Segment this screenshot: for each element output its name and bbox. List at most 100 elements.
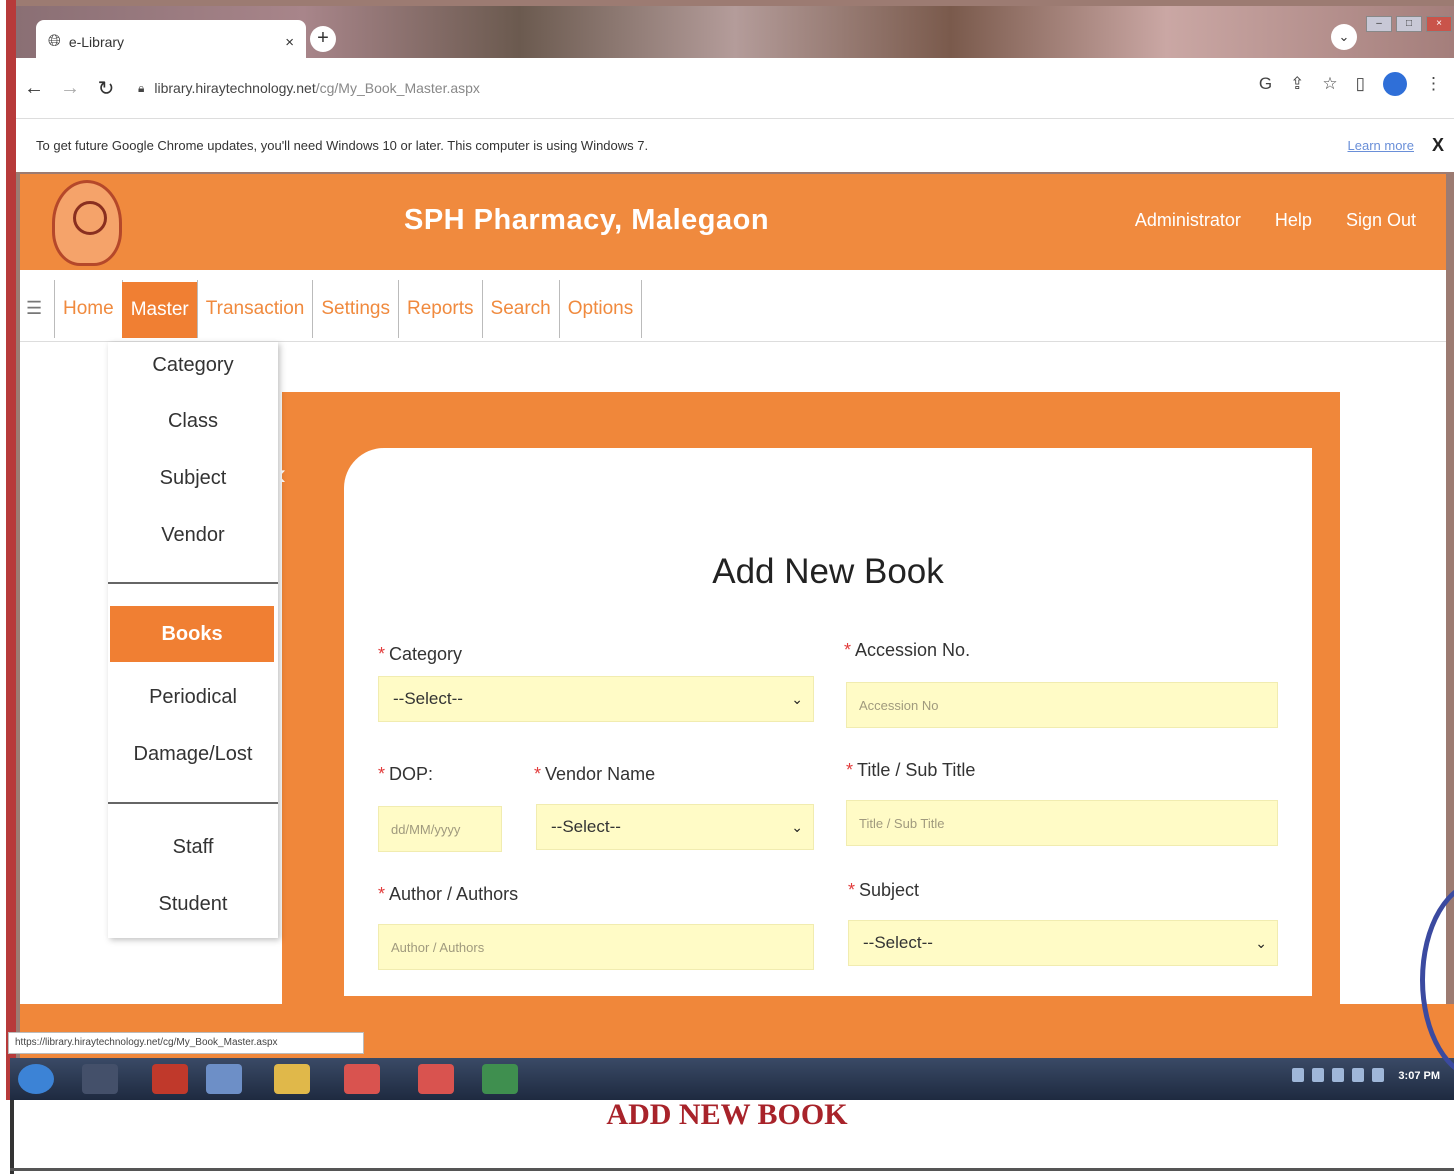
nav-master[interactable]: Master — [121, 282, 198, 338]
college-stamp — [1420, 880, 1454, 1070]
address-bar-icons: G ⇪ ☆ ▯ ⋮ — [1259, 72, 1442, 96]
accession-no-input[interactable]: Accession No — [846, 682, 1278, 728]
sign-out-link[interactable]: Sign Out — [1346, 210, 1416, 231]
lock-icon: 🔒︎ — [138, 80, 145, 95]
required-mark: * — [848, 880, 856, 900]
subject-label: * Subject — [848, 880, 919, 901]
required-mark: * — [378, 764, 386, 784]
chrome-icon[interactable] — [344, 1064, 380, 1094]
start-button[interactable] — [18, 1064, 54, 1094]
site-title: SPH Pharmacy, Malegaon — [404, 204, 770, 236]
submenu-subject[interactable]: Subject — [108, 467, 278, 490]
chrome-icon[interactable] — [418, 1064, 454, 1094]
submenu-periodical[interactable]: Periodical — [108, 686, 278, 709]
submenu-class[interactable]: Class — [108, 410, 278, 433]
url-field[interactable]: 🔒︎ library.hiraytechnology.net/cg/My_Boo… — [138, 80, 480, 96]
vendor-select-value: --Select-- — [551, 817, 621, 836]
submenu-vendor[interactable]: Vendor — [108, 524, 278, 547]
star-icon[interactable]: ☆ — [1322, 74, 1337, 94]
category-label-text: Category — [389, 644, 463, 664]
new-tab-button[interactable]: + — [310, 26, 336, 52]
submenu-student[interactable]: Student — [108, 893, 278, 916]
nav-reports[interactable]: Reports — [397, 280, 483, 338]
google-icon[interactable]: G — [1259, 74, 1272, 94]
kebab-menu-icon[interactable]: ⋮ — [1425, 74, 1442, 94]
accession-label-text: Accession No. — [855, 640, 971, 660]
hamburger-menu-icon[interactable]: ☰ — [26, 298, 42, 319]
required-mark: * — [534, 764, 542, 784]
status-bar-url: https://library.hiraytechnology.net/cg/M… — [8, 1032, 364, 1054]
submenu-staff[interactable]: Staff — [108, 836, 278, 859]
nav-home[interactable]: Home — [54, 280, 123, 338]
info-bar-close-button[interactable]: X — [1432, 135, 1444, 156]
system-tray — [1292, 1068, 1384, 1082]
minimize-button[interactable]: – — [1366, 16, 1392, 32]
title-label: * Title / Sub Title — [846, 760, 975, 781]
subject-select[interactable]: --Select-- ⌄ — [848, 920, 1278, 966]
forward-arrow-icon[interactable]: → — [52, 77, 88, 100]
vendor-label-text: Vendor Name — [545, 764, 656, 784]
category-select[interactable]: --Select-- ⌄ — [378, 676, 814, 722]
dop-date-input[interactable]: dd/MM/yyyy — [378, 806, 502, 852]
tray-icon[interactable] — [1312, 1068, 1324, 1082]
maximize-button[interactable]: □ — [1396, 16, 1422, 32]
info-bar-text: To get future Google Chrome updates, you… — [36, 138, 649, 153]
chrome-info-bar: To get future Google Chrome updates, you… — [16, 118, 1454, 172]
url-host: library.hiraytechnology.net — [154, 80, 316, 96]
reload-icon[interactable]: ↻ — [88, 76, 124, 101]
url-path: /cg/My_Book_Master.aspx — [315, 80, 480, 96]
author-label-text: Author / Authors — [389, 884, 519, 904]
sidepanel-icon[interactable]: ▯ — [1356, 74, 1365, 94]
required-mark: * — [846, 760, 854, 780]
screenshot-frame: 🌐︎ e-Library × + ⌄ – □ × ← → ↻ 🔒︎ librar… — [0, 0, 1454, 1174]
nav-transaction[interactable]: Transaction — [196, 280, 314, 338]
chevron-down-icon: ⌄ — [1255, 934, 1267, 951]
tray-icon[interactable] — [1332, 1068, 1344, 1082]
address-bar-row: ← → ↻ 🔒︎ library.hiraytechnology.net/cg/… — [16, 58, 1454, 118]
taskbar-app-icon[interactable] — [82, 1064, 118, 1094]
subject-label-text: Subject — [859, 880, 920, 900]
add-book-form-card: Add New Book * Category --Select-- ⌄ * Acc… — [344, 448, 1312, 996]
nav-search[interactable]: Search — [481, 280, 560, 338]
required-mark: * — [844, 640, 852, 660]
share-icon[interactable]: ⇪ — [1290, 74, 1304, 94]
submenu-category[interactable]: Category — [108, 354, 278, 377]
pdf-reader-icon[interactable] — [152, 1064, 188, 1094]
learn-more-link[interactable]: Learn more — [1348, 138, 1414, 153]
site-header: SPH Pharmacy, Malegaon Administrator Hel… — [20, 174, 1446, 270]
browser-tab-strip: 🌐︎ e-Library × + ⌄ – □ × — [16, 6, 1454, 64]
required-mark: * — [378, 644, 386, 664]
administrator-link[interactable]: Administrator — [1135, 210, 1241, 231]
excel-icon[interactable] — [482, 1064, 518, 1094]
tray-icon[interactable] — [1372, 1068, 1384, 1082]
tray-icon[interactable] — [1352, 1068, 1364, 1082]
college-logo — [52, 180, 122, 266]
master-dropdown-menu: Category Class Subject Vendor Books Peri… — [108, 342, 278, 938]
vendor-select[interactable]: --Select-- ⌄ — [536, 804, 814, 850]
submenu-damage-lost[interactable]: Damage/Lost — [108, 743, 278, 766]
title-input[interactable]: Title / Sub Title — [846, 800, 1278, 846]
figure-caption: ADD NEW BOOK — [606, 1098, 848, 1131]
word-icon[interactable] — [206, 1064, 242, 1094]
tab-close-button[interactable]: × — [285, 34, 294, 51]
menu-divider — [108, 582, 278, 584]
help-link[interactable]: Help — [1275, 210, 1312, 231]
submenu-books[interactable]: Books — [110, 606, 274, 662]
nav-options[interactable]: Options — [558, 280, 643, 338]
author-input[interactable]: Author / Authors — [378, 924, 814, 970]
required-mark: * — [378, 884, 386, 904]
main-navbar: ☰ Home Master Transaction Settings Repor… — [20, 270, 1446, 342]
folder-icon[interactable] — [274, 1064, 310, 1094]
back-arrow-icon[interactable]: ← — [16, 77, 52, 100]
menu-divider — [108, 802, 278, 804]
nav-items: Home Master Transaction Settings Reports… — [54, 280, 643, 338]
window-close-button[interactable]: × — [1426, 16, 1452, 32]
nav-settings[interactable]: Settings — [312, 280, 399, 338]
windows-taskbar: 3:07 PM — [10, 1058, 1454, 1100]
tray-icon[interactable] — [1292, 1068, 1304, 1082]
profile-avatar[interactable] — [1383, 72, 1407, 96]
page-bottom-line — [10, 1168, 1454, 1171]
header-links: Administrator Help Sign Out — [1135, 210, 1416, 231]
tab-search-button[interactable]: ⌄ — [1331, 24, 1357, 50]
category-select-value: --Select-- — [393, 689, 463, 708]
